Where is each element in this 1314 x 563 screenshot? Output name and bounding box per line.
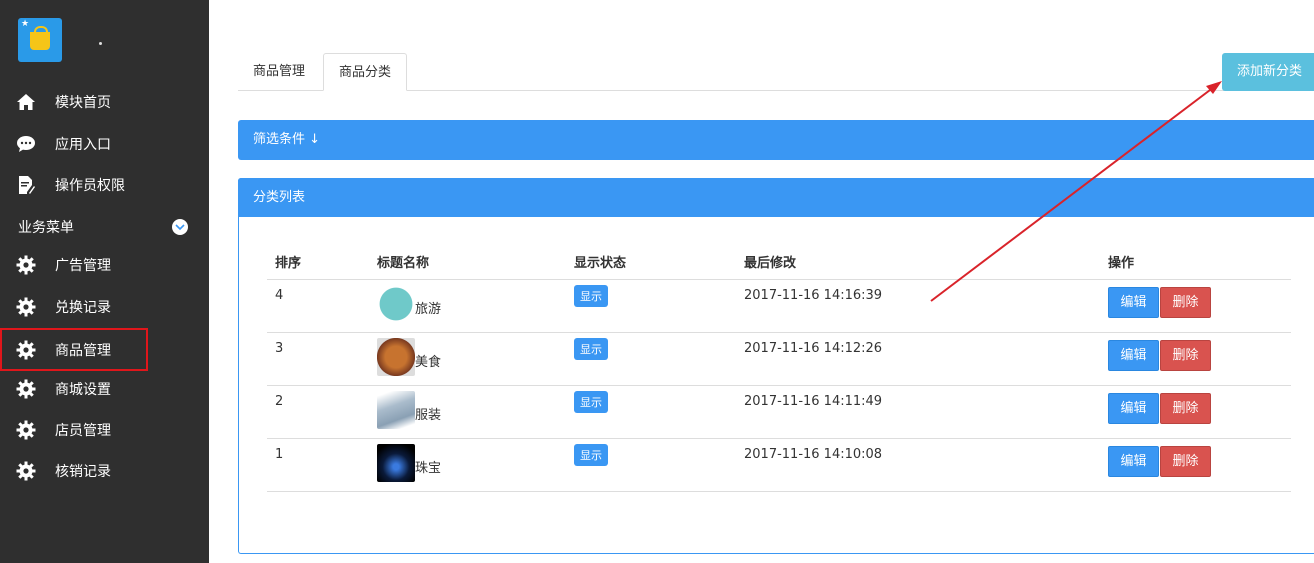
tab-product-category[interactable]: 商品分类 (323, 53, 408, 91)
star-icon: ★ (21, 19, 30, 29)
category-table: 排序 标题名称 显示状态 最后修改 操作 4 旅游 显示 2017-11-16 … (267, 245, 1291, 492)
row-order: 1 (267, 438, 369, 492)
status-badge: 显示 (574, 390, 608, 413)
status-badge: 显示 (574, 337, 608, 360)
sidebar-item-staff-management[interactable]: 店员管理 (0, 410, 209, 450)
table-row: 1 珠宝 显示 2017-11-16 14:10:08 编辑 删除 (267, 438, 1291, 492)
category-thumbnail (377, 284, 415, 323)
section-title-business-menu: 业务菜单 (18, 220, 74, 236)
sidebar-item-exchange-records[interactable]: 兑换记录 (0, 287, 209, 327)
row-title: 旅游 (415, 301, 442, 317)
row-title: 服装 (415, 407, 442, 423)
row-title-cell: 服装 (369, 385, 566, 439)
row-title-cell: 美食 (369, 332, 566, 386)
edit-button[interactable]: 编辑 (1108, 445, 1159, 477)
sidebar-item-module-home[interactable]: 模块首页 (0, 82, 209, 122)
column-header-order: 排序 (267, 245, 369, 280)
sidebar-item-app-entry[interactable]: 应用入口 (0, 124, 209, 164)
gear-icon (16, 420, 36, 440)
row-title: 美食 (415, 354, 442, 370)
column-header-actions: 操作 (1100, 245, 1291, 280)
logo-dot (99, 42, 102, 45)
table-row: 3 美食 显示 2017-11-16 14:12:26 编辑 删除 (267, 332, 1291, 386)
status-badge: 显示 (574, 284, 608, 307)
sidebar-item-label: 应用入口 (55, 137, 111, 153)
row-order: 4 (267, 279, 369, 333)
row-order: 2 (267, 385, 369, 439)
tab-product-management[interactable]: 商品管理 (238, 53, 320, 91)
sidebar-item-label: 商城设置 (55, 382, 111, 398)
category-thumbnail (377, 443, 415, 482)
gear-icon (16, 255, 36, 275)
edit-button[interactable]: 编辑 (1108, 286, 1159, 318)
delete-button[interactable]: 删除 (1160, 339, 1211, 371)
column-header-modified: 最后修改 (736, 245, 1100, 280)
tab-bar: 商品管理 商品分类 (238, 53, 1314, 91)
table-row: 2 服装 显示 2017-11-16 14:11:49 编辑 删除 (267, 385, 1291, 439)
column-header-title: 标题名称 (369, 245, 566, 280)
app-logo[interactable]: ★ (18, 18, 62, 62)
add-category-button[interactable]: 添加新分类 (1222, 53, 1314, 91)
gear-icon (16, 340, 36, 360)
sidebar-item-product-management[interactable]: 商品管理 (0, 328, 148, 371)
sidebar-item-label: 店员管理 (55, 423, 111, 439)
edit-button[interactable]: 编辑 (1108, 392, 1159, 424)
sidebar-item-label: 模块首页 (55, 95, 111, 111)
sidebar-item-label: 核销记录 (55, 464, 111, 480)
delete-button[interactable]: 删除 (1160, 445, 1211, 477)
row-title: 珠宝 (415, 460, 442, 476)
row-title-cell: 珠宝 (369, 438, 566, 492)
row-order: 3 (267, 332, 369, 386)
category-thumbnail (377, 390, 415, 429)
sidebar-item-label: 广告管理 (55, 258, 111, 274)
gear-icon (16, 379, 36, 399)
home-icon (16, 92, 36, 112)
table-row: 4 旅游 显示 2017-11-16 14:16:39 编辑 删除 (267, 279, 1291, 333)
sidebar-item-label: 兑换记录 (55, 300, 111, 316)
category-thumbnail (377, 337, 415, 376)
row-title-cell: 旅游 (369, 279, 566, 333)
sidebar-item-label: 操作员权限 (55, 178, 125, 194)
row-modified: 2017-11-16 14:16:39 (736, 279, 1100, 333)
row-modified: 2017-11-16 14:10:08 (736, 438, 1100, 492)
sidebar-item-operator-permissions[interactable]: 操作员权限 (0, 165, 209, 205)
sidebar: ★ 模块首页 应用入口 操作员权限 业务菜单 广告管理 兑换记录 商品管理 商城… (0, 0, 209, 563)
edit-button[interactable]: 编辑 (1108, 339, 1159, 371)
document-edit-icon (16, 175, 36, 195)
filter-toggle[interactable]: 筛选条件 ↓ (238, 120, 1314, 160)
sidebar-item-mall-settings[interactable]: 商城设置 (0, 369, 209, 409)
sidebar-item-redeem-records[interactable]: 核销记录 (0, 451, 209, 491)
category-list-title: 分类列表 (238, 178, 1314, 217)
delete-button[interactable]: 删除 (1160, 286, 1211, 318)
shopping-bag-icon (30, 26, 50, 50)
gear-icon (16, 461, 36, 481)
gear-icon (16, 297, 36, 317)
chat-icon (16, 134, 36, 154)
delete-button[interactable]: 删除 (1160, 392, 1211, 424)
row-modified: 2017-11-16 14:11:49 (736, 385, 1100, 439)
row-modified: 2017-11-16 14:12:26 (736, 332, 1100, 386)
table-header-row: 排序 标题名称 显示状态 最后修改 操作 (267, 245, 1291, 280)
column-header-status: 显示状态 (566, 245, 736, 280)
chevron-down-icon[interactable] (172, 219, 188, 235)
status-badge: 显示 (574, 443, 608, 466)
sidebar-item-ad-management[interactable]: 广告管理 (0, 245, 209, 285)
sidebar-item-label: 商品管理 (55, 342, 111, 359)
